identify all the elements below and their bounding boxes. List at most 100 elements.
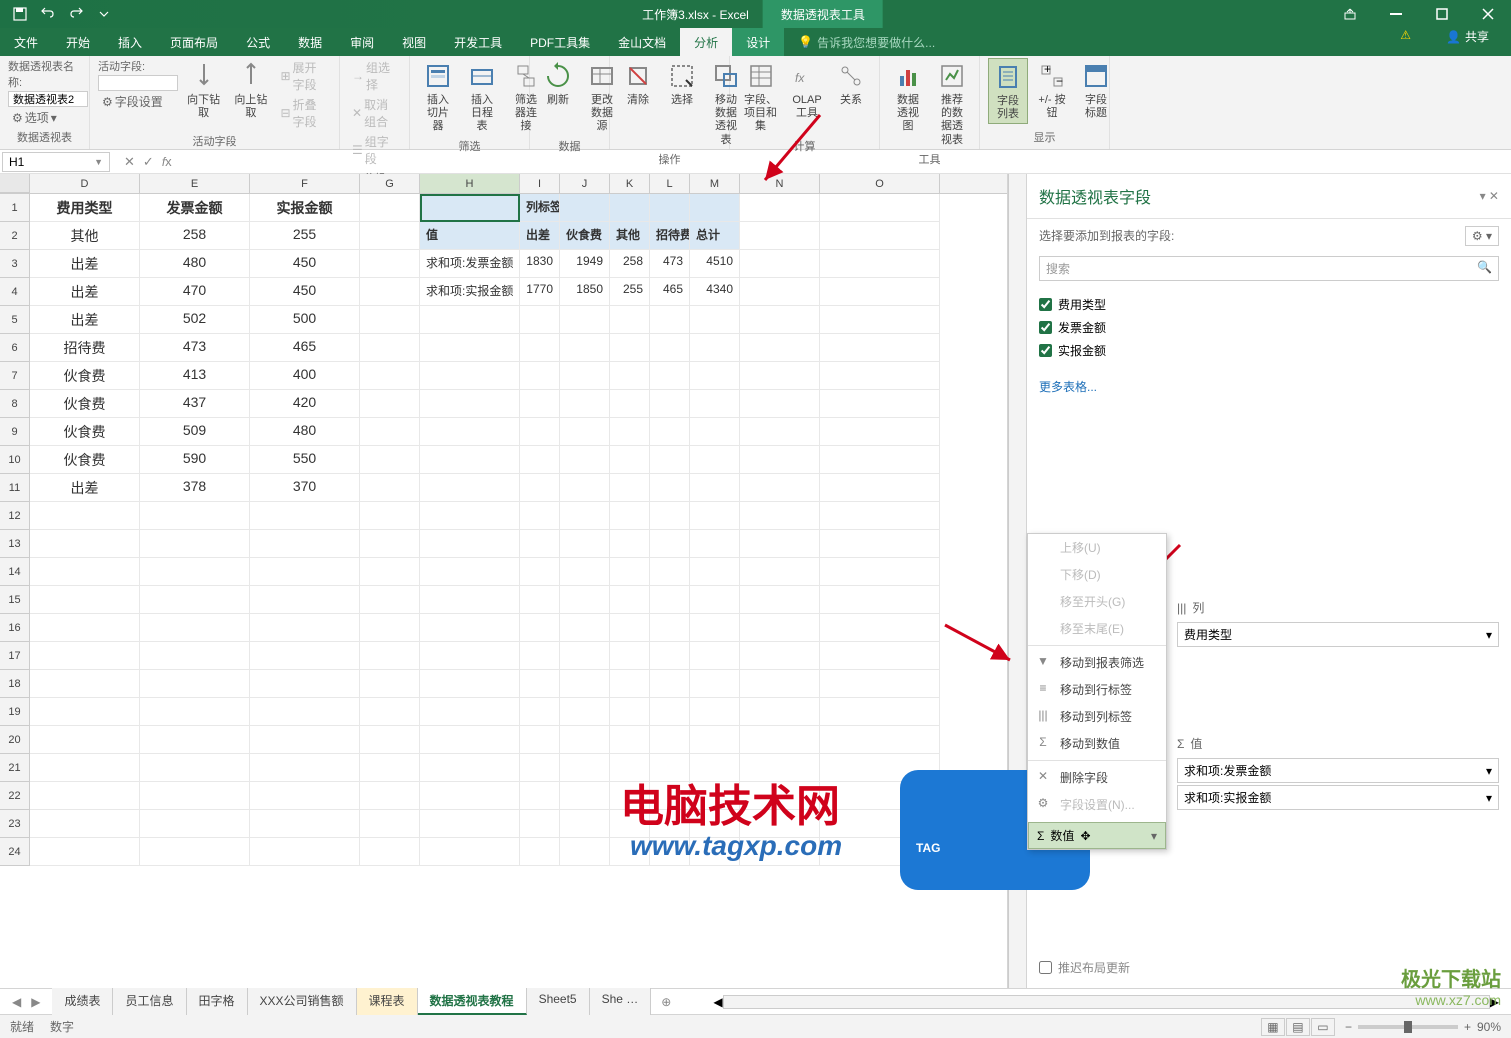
row-header[interactable]: 10 (0, 446, 30, 474)
cell[interactable] (520, 362, 560, 390)
row-header[interactable]: 19 (0, 698, 30, 726)
tab-file[interactable]: 文件 (0, 28, 52, 56)
cell[interactable] (560, 390, 610, 418)
cell[interactable] (740, 278, 820, 306)
cell[interactable] (30, 810, 140, 838)
cell[interactable] (420, 306, 520, 334)
cell[interactable] (740, 670, 820, 698)
tab-wps[interactable]: 金山文档 (604, 28, 680, 56)
cell[interactable] (820, 698, 940, 726)
pane-settings-button[interactable]: ⚙ ▾ (1465, 226, 1499, 246)
cell[interactable]: 伙食费 (30, 418, 140, 446)
cell[interactable] (140, 838, 250, 866)
cell[interactable] (250, 782, 360, 810)
cell[interactable] (360, 334, 420, 362)
cell[interactable] (250, 530, 360, 558)
cell[interactable]: 500 (250, 306, 360, 334)
cell[interactable] (560, 754, 610, 782)
cell[interactable] (420, 586, 520, 614)
cell[interactable] (650, 670, 690, 698)
cell[interactable] (560, 670, 610, 698)
sheet-tab[interactable]: 员工信息 (113, 988, 186, 1015)
cell[interactable] (740, 306, 820, 334)
cell[interactable] (690, 614, 740, 642)
cell[interactable] (740, 586, 820, 614)
cell[interactable] (420, 502, 520, 530)
cell[interactable]: 发票金额 (140, 194, 250, 222)
cell[interactable]: 费用类型 (30, 194, 140, 222)
cell[interactable] (690, 698, 740, 726)
cell[interactable] (140, 586, 250, 614)
cell[interactable]: 465 (250, 334, 360, 362)
cell[interactable]: 450 (250, 250, 360, 278)
ungroup-button[interactable]: ✕取消组合 (348, 95, 401, 131)
row-header[interactable]: 21 (0, 754, 30, 782)
row-header[interactable]: 23 (0, 810, 30, 838)
sheet-tab[interactable]: 数据透视表教程 (418, 988, 527, 1015)
cell[interactable] (140, 726, 250, 754)
row-header[interactable]: 3 (0, 250, 30, 278)
cell[interactable] (650, 558, 690, 586)
col-header[interactable]: K (610, 174, 650, 193)
defer-layout-checkbox[interactable]: 推迟布局更新 (1039, 951, 1130, 984)
drill-up-button[interactable]: 向上钻取 (229, 58, 272, 122)
cell[interactable] (30, 782, 140, 810)
cell[interactable]: 出差 (30, 474, 140, 502)
redo-button[interactable] (64, 3, 88, 25)
cell[interactable] (560, 502, 610, 530)
cell[interactable] (140, 670, 250, 698)
col-header[interactable]: F (250, 174, 360, 193)
cell[interactable]: 255 (610, 278, 650, 306)
cell[interactable] (140, 558, 250, 586)
clear-button[interactable]: 清除 (618, 58, 658, 109)
cell[interactable] (820, 306, 940, 334)
cell[interactable] (690, 390, 740, 418)
cell[interactable] (520, 698, 560, 726)
cell[interactable] (520, 726, 560, 754)
cell[interactable]: 258 (610, 250, 650, 278)
cell[interactable] (250, 558, 360, 586)
cell[interactable] (610, 670, 650, 698)
cell[interactable] (140, 810, 250, 838)
cell[interactable] (560, 306, 610, 334)
cell[interactable] (560, 446, 610, 474)
cell[interactable] (360, 278, 420, 306)
cell[interactable] (420, 614, 520, 642)
field-search-input[interactable]: 搜索 🔍 (1039, 256, 1499, 281)
cell[interactable]: 值 (420, 222, 520, 250)
cancel-formula-button[interactable]: ✕ (124, 154, 135, 170)
cell[interactable]: 招待费 (650, 222, 690, 250)
cell[interactable]: 370 (250, 474, 360, 502)
cell[interactable] (740, 446, 820, 474)
cell[interactable] (30, 502, 140, 530)
pane-close-button[interactable]: ▾ ✕ (1480, 189, 1499, 203)
cell[interactable] (250, 698, 360, 726)
group-selection-button[interactable]: →组选择 (348, 58, 401, 94)
drill-down-button[interactable]: 向下钻取 (182, 58, 225, 122)
cell[interactable] (30, 530, 140, 558)
cell[interactable] (820, 390, 940, 418)
cell[interactable]: 480 (140, 250, 250, 278)
cell[interactable] (690, 642, 740, 670)
cell[interactable] (560, 838, 610, 866)
cell[interactable]: 465 (650, 278, 690, 306)
cell[interactable] (820, 194, 940, 222)
field-checkbox-item[interactable]: 发票金额 (1039, 316, 1499, 339)
sheet-tab[interactable]: 成绩表 (52, 988, 113, 1015)
share-button[interactable]: 👤 共享 (1436, 28, 1499, 45)
cell[interactable]: 1770 (520, 278, 560, 306)
cell[interactable] (420, 698, 520, 726)
cell[interactable] (560, 530, 610, 558)
cell[interactable]: 4340 (690, 278, 740, 306)
cell[interactable] (520, 334, 560, 362)
cell[interactable] (650, 194, 690, 222)
cell[interactable] (30, 614, 140, 642)
row-header[interactable]: 20 (0, 726, 30, 754)
cell[interactable] (30, 642, 140, 670)
cell[interactable] (650, 614, 690, 642)
cell[interactable] (820, 278, 940, 306)
cell[interactable] (420, 390, 520, 418)
cell[interactable] (560, 418, 610, 446)
tab-analyze[interactable]: 分析 (680, 28, 732, 56)
cell[interactable] (610, 642, 650, 670)
